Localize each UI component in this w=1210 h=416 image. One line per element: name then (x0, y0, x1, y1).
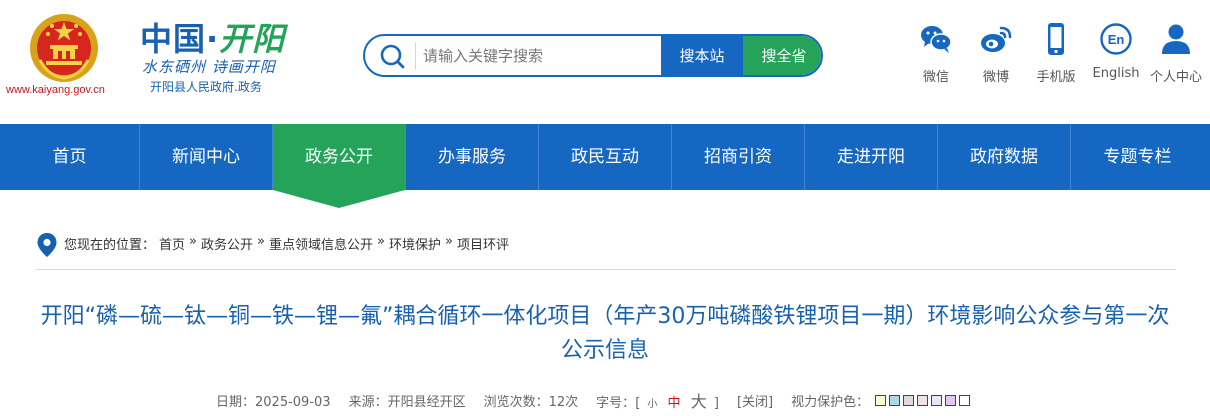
breadcrumb: 您现在的位置： 首页 » 政务公开 » 重点领域信息公开 » 环境保护 » 项目… (36, 233, 1176, 270)
site-header: www.kaiyang.gov.cn 中国·开阳 水东硒州 诗画开阳 开阳县人民… (0, 0, 1210, 124)
location-pin-icon (37, 233, 57, 257)
nav-interaction[interactable]: 政民互动 (539, 124, 672, 190)
breadcrumb-separator: » (377, 234, 385, 249)
national-emblem-icon (30, 14, 98, 82)
search-icon[interactable] (379, 43, 405, 69)
site-url: www.kaiyang.gov.cn (6, 84, 105, 96)
article-title: 开阳“磷—硫—钛—铜—铁—锂—氟”耦合循环一体化项目（年产30万吨磷酸铁锂项目一… (40, 304, 1170, 363)
search-input[interactable] (423, 40, 653, 72)
breadcrumb-prefix: 您现在的位置： (64, 238, 156, 253)
tool-label: 个人中心 (1149, 70, 1202, 85)
font-small-button[interactable]: 小 (647, 399, 657, 410)
tool-label: 手机版 (1036, 70, 1076, 85)
nav-home[interactable]: 首页 (0, 124, 140, 190)
date-label: 日期： (216, 394, 256, 410)
svg-text:En: En (1108, 32, 1125, 47)
article-meta: 日期：2025-09-03 来源：开阳县经开区 浏览次数：12次 字号：[ 小 … (216, 388, 973, 412)
eye-color-swatch[interactable] (945, 394, 957, 406)
eye-color-swatch[interactable] (875, 394, 887, 406)
tool-label: 微信 (922, 70, 949, 85)
nav-gov-data[interactable]: 政府数据 (938, 124, 1071, 190)
header-tools: 微信 微博 手机版 En English 个人中心 (906, 22, 1206, 85)
breadcrumb-eia[interactable]: 项目环评 (457, 234, 509, 253)
breadcrumb-home[interactable]: 首页 (159, 234, 185, 253)
search-site-button[interactable]: 搜本站 (661, 36, 743, 75)
source-info: 来源：开阳县经开区 (349, 391, 466, 410)
brand-title: 中国·开阳 (140, 14, 285, 60)
breadcrumb-separator: » (444, 234, 453, 249)
close-button[interactable]: [关闭] (737, 391, 773, 410)
eye-color-swatch[interactable] (903, 394, 915, 406)
weibo-icon (981, 26, 1012, 52)
main-nav: 首页 新闻中心 政务公开 办事服务 政民互动 招商引资 走进开阳 政府数据 专题… (0, 124, 1210, 208)
nav-about[interactable]: 走进开阳 (805, 124, 938, 190)
breadcrumb-environment[interactable]: 环境保护 (389, 234, 441, 253)
breadcrumb-separator: » (189, 234, 197, 249)
nav-services[interactable]: 办事服务 (406, 124, 539, 190)
brand-main: 中国· (140, 20, 220, 58)
date-value: 2025-09-03 (255, 394, 331, 410)
views-label: 浏览次数： (483, 394, 549, 410)
nav-investment[interactable]: 招商引资 (672, 124, 805, 190)
font-bracket-close: ] (713, 396, 719, 411)
mobile-icon (1048, 23, 1064, 55)
eye-color-swatch[interactable] (917, 394, 929, 406)
views-value: 12次 (548, 394, 579, 410)
tool-user[interactable]: 个人中心 (1146, 22, 1206, 85)
brand-accent: 开阳 (219, 20, 286, 58)
font-bracket-open: [ (635, 396, 641, 411)
search-province-button[interactable]: 搜全省 (743, 36, 821, 75)
tool-mobile[interactable]: 手机版 (1026, 22, 1086, 85)
breadcrumb-gov-affairs[interactable]: 政务公开 (201, 234, 253, 253)
font-size-label: 字号： (596, 396, 636, 411)
eye-care-swatches (875, 394, 973, 406)
font-large-button[interactable]: 大 (691, 392, 707, 411)
english-icon: En (1100, 23, 1132, 55)
eye-color-swatch[interactable] (959, 394, 971, 406)
tool-english[interactable]: En English (1086, 22, 1146, 85)
nav-topics[interactable]: 专题专栏 (1071, 124, 1204, 190)
font-size-switcher: 字号：[ 小 中 大 ] (596, 388, 719, 412)
user-icon (1162, 24, 1190, 54)
nav-gov-affairs[interactable]: 政务公开 (273, 124, 406, 208)
brand-slogan: 水东硒州 诗画开阳 (142, 58, 276, 76)
brand-subtitle: 开阳县人民政府.政务 (150, 80, 262, 94)
wechat-icon (921, 26, 952, 53)
search-box: 搜本站 搜全省 (363, 34, 823, 77)
tool-label: English (1092, 66, 1140, 81)
eye-color-swatch[interactable] (931, 394, 943, 406)
source-label: 来源： (348, 394, 388, 410)
eye-care-label: 视力保护色： (791, 394, 870, 410)
breadcrumb-separator: » (257, 234, 265, 249)
search-divider (415, 42, 416, 70)
date-info: 日期：2025-09-03 (216, 391, 331, 410)
tool-weibo[interactable]: 微博 (966, 22, 1026, 85)
breadcrumb-key-areas[interactable]: 重点领域信息公开 (269, 234, 373, 253)
tool-wechat[interactable]: 微信 (906, 22, 966, 85)
eye-color-swatch[interactable] (889, 394, 901, 406)
tool-label: 微博 (982, 70, 1009, 85)
nav-news[interactable]: 新闻中心 (140, 124, 273, 190)
views-info: 浏览次数：12次 (484, 391, 579, 410)
source-value: 开阳县经开区 (387, 394, 466, 410)
font-medium-button[interactable]: 中 (668, 396, 681, 411)
